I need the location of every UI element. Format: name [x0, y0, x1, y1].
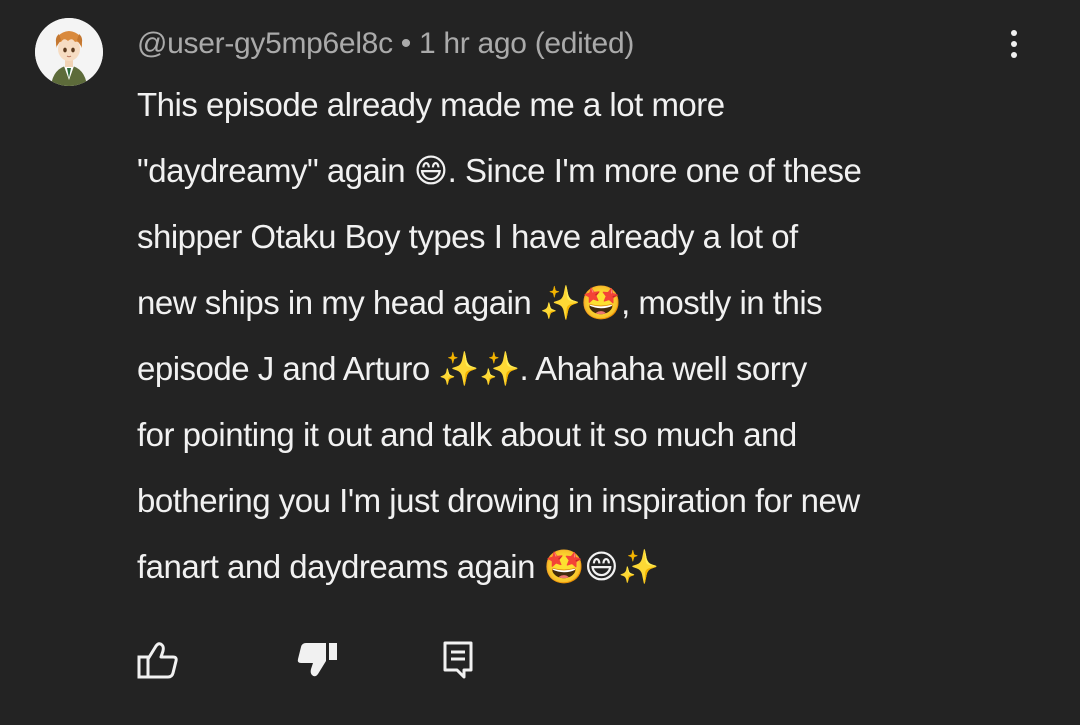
- thumbs-down-filled-icon: [297, 643, 337, 677]
- avatar[interactable]: [35, 18, 103, 86]
- comment-line: new ships in my head again ✨🤩, mostly in…: [137, 284, 823, 321]
- comment-line: "daydreamy" again 😄. Since I'm more one …: [137, 152, 862, 189]
- comment-thread-item: @user-gy5mp6el8c • 1 hr ago (edited) This …: [0, 0, 1080, 725]
- reply-comment-icon: [443, 641, 473, 679]
- comment-author[interactable]: @user-gy5mp6el8c: [137, 27, 393, 60]
- comment-line: This episode already made me a lot more: [137, 86, 725, 123]
- comment-line: shipper Otaku Boy types I have already a…: [137, 218, 798, 255]
- comment-actions: [0, 630, 1080, 690]
- more-vertical-icon[interactable]: [996, 22, 1032, 66]
- comment-body: This episode already made me a lot more …: [137, 72, 1037, 600]
- reply-button[interactable]: [428, 630, 488, 690]
- comment-line: fanart and daydreams again 🤩😄✨: [137, 548, 659, 585]
- comment-line: for pointing it out and talk about it so…: [137, 416, 797, 453]
- comment-meta: @user-gy5mp6el8c • 1 hr ago (edited): [137, 26, 634, 62]
- avatar-image: [35, 18, 103, 86]
- comment-line: episode J and Arturo ✨✨. Ahahaha well so…: [137, 350, 807, 387]
- menu-dot: [1011, 30, 1017, 36]
- comment-timestamp[interactable]: 1 hr ago (edited): [419, 27, 634, 60]
- comment-line: bothering you I'm just drowing in inspir…: [137, 482, 860, 519]
- like-button[interactable]: [128, 630, 188, 690]
- meta-separator: •: [400, 27, 412, 60]
- thumbs-up-outline-icon: [137, 642, 178, 679]
- dislike-button[interactable]: [288, 630, 348, 690]
- menu-dot: [1011, 41, 1017, 47]
- menu-dot: [1011, 52, 1017, 58]
